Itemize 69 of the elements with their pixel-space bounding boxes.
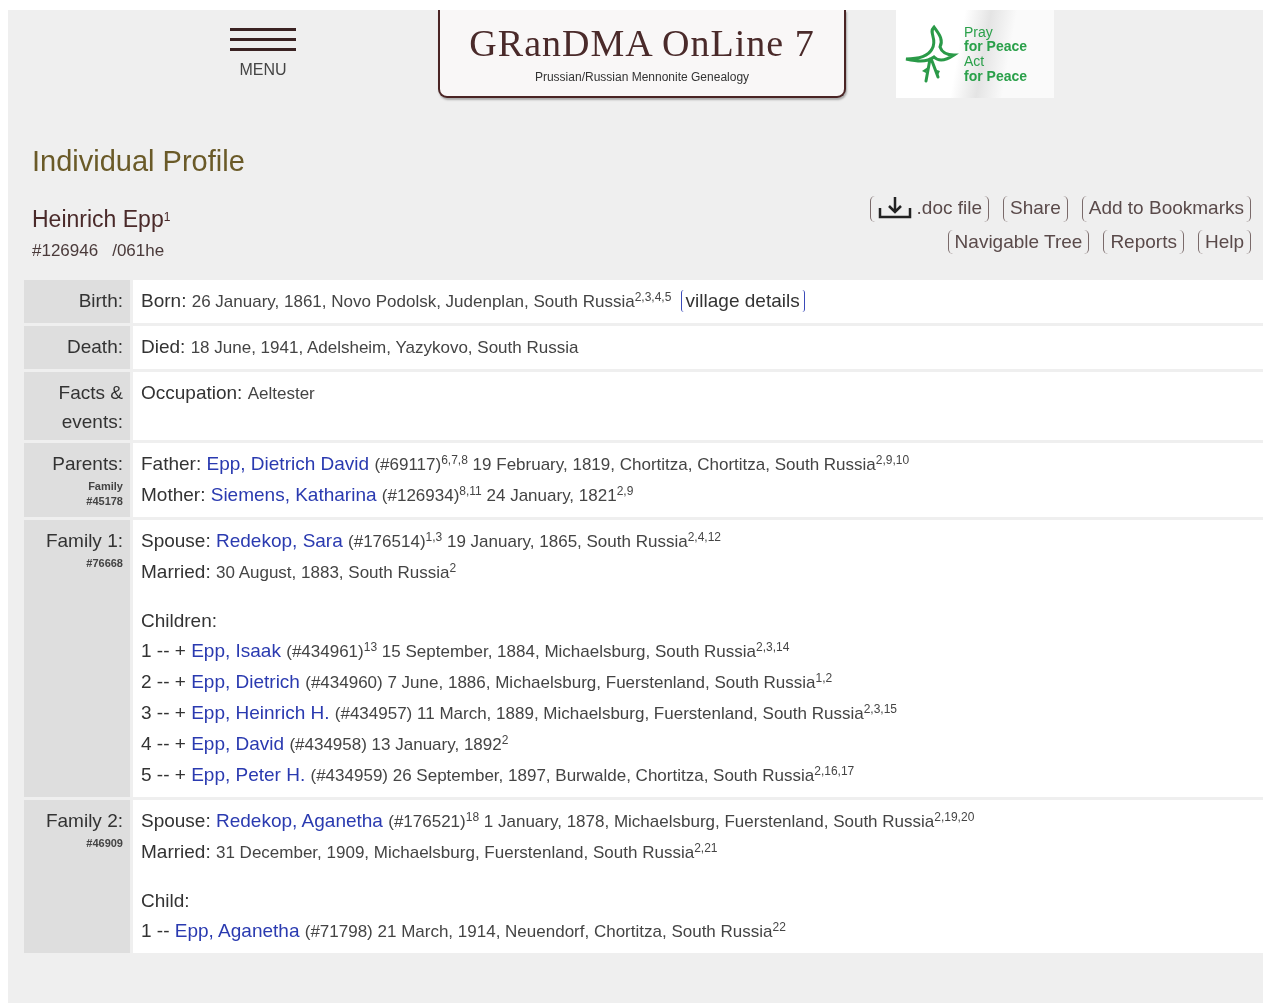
family-id: Family — [87, 478, 123, 494]
person-link[interactable]: Epp, Isaak — [191, 640, 281, 662]
person-link[interactable]: Siemens, Katharina — [210, 484, 377, 506]
action-button[interactable]: Reports — [1103, 229, 1184, 255]
person-link[interactable]: Redekop, Aganetha — [216, 810, 383, 832]
person-id: #126946 — [32, 240, 99, 262]
field-value: Aeltester — [247, 383, 315, 403]
field-value: 31 December, 1909, Michaelsburg, Fuerstenland, South Russia$^{2,21}$ — [215, 843, 718, 863]
field-value: (#176514)$^{1,3}$ 19 January, 1865, South Russia$^{2,4,12}$ — [348, 532, 722, 552]
field-value: (#69117)$^{6,7,8}$ 19 February, 1819, Chortitza, Chortitza, South Russia$^{2,9,10}$ — [374, 455, 910, 475]
field-label: Spouse: — [141, 530, 211, 552]
banner-text: for Peace — [964, 39, 1028, 54]
field-label: Born: — [141, 289, 187, 311]
person-code: /061he — [112, 240, 165, 262]
person-link[interactable]: Epp, Dietrich David — [206, 453, 370, 475]
field-label: 1 -- — [141, 920, 170, 942]
family-id: #45178 — [85, 493, 123, 509]
menu-button[interactable]: MENU — [230, 28, 296, 82]
row-label: Family 1: — [44, 529, 123, 554]
family-id: #46909 — [85, 835, 123, 851]
field-label: Spouse: — [141, 810, 211, 832]
children-heading: Children: — [141, 609, 219, 634]
field-value: (#176521)$^{18}$ 1 January, 1878, Michaelsburg, Fuerstenland, South Russia$^{2,19,20}$ — [388, 812, 975, 832]
banner-text: for Peace — [964, 68, 1028, 84]
children-heading: Child: — [141, 889, 191, 914]
action-button[interactable]: Navigable Tree — [947, 229, 1090, 255]
field-label: 2 -- + — [141, 671, 186, 693]
field-label: 3 -- + — [141, 702, 186, 724]
field-label: 5 -- + — [141, 764, 186, 786]
field-value: (#434959) 26 September, 1897, Burwalde, Chortitza, South Russia$^{2,16,17}$ — [310, 766, 855, 786]
field-label: Father: — [141, 453, 202, 475]
row-label: Death: — [66, 334, 123, 359]
action-button[interactable]: Share — [1003, 195, 1068, 222]
field-value: 26 January, 1861, Novo Podolsk, Judenplan, South Russia$^{2,3,4,5}$ — [191, 291, 672, 311]
field-value: (#434960) 7 June, 1886, Michaelsburg, Fuerstenland, South Russia$^{1,2}$ — [305, 673, 833, 693]
person-link[interactable]: Epp, David — [191, 733, 285, 755]
person-link[interactable]: Epp, Aganetha — [174, 920, 300, 942]
row-label: Parents: — [51, 452, 123, 477]
row-label: Family 2: — [44, 809, 123, 834]
person-link[interactable]: Epp, Heinrich H. — [191, 702, 330, 724]
family-id: #76668 — [85, 555, 123, 571]
banner-text: Act — [964, 54, 986, 69]
field-value: (#126934)$^{8,11}$ 24 January, 1821$^{2,9}$ — [381, 486, 634, 506]
field-value: 18 June, 1941, Adelsheim, Yazykovo, South Russia — [190, 337, 579, 357]
row-label: Facts & events: — [57, 380, 123, 434]
field-value: (#434958) 13 January, 1892$^{2}$ — [289, 735, 509, 755]
field-label: Married: — [141, 561, 211, 583]
field-label: Mother: — [141, 484, 206, 506]
field-label: Died: — [141, 335, 186, 357]
field-label: Occupation: — [141, 381, 243, 403]
action-button[interactable]: .doc file — [869, 195, 990, 222]
banner-text: Pray — [964, 24, 994, 40]
field-value: 30 August, 1883, South Russia$^{2}$ — [215, 563, 457, 583]
field-label: 4 -- + — [141, 733, 186, 755]
site-logo[interactable]: GRanDMA OnLine 7 Prussian/Russian Mennonite Genealogy — [438, 10, 846, 98]
action-button[interactable]: Add to Bookmarks — [1081, 195, 1251, 222]
person-name: Heinrich Epp$^{1}$ — [32, 204, 171, 234]
field-value: (#71798) 21 March, 1914, Neuendorf, Chortitza, South Russia$^{22}$ — [304, 922, 786, 942]
field-label: 1 -- + — [141, 640, 186, 662]
details-button[interactable]: village details — [680, 289, 805, 313]
row-label: Birth: — [77, 288, 123, 313]
field-label: Married: — [141, 841, 211, 863]
field-value: (#434957) 11 March, 1889, Michaelsburg, Fuerstenland, South Russia$^{2,3,15}$ — [334, 704, 898, 724]
field-value: (#434961)$^{13}$ 15 September, 1884, Michaelsburg, South Russia$^{2,3,14}$ — [286, 642, 790, 662]
page-title: Individual Profile — [32, 144, 246, 179]
action-button[interactable]: Help — [1197, 229, 1251, 255]
person-link[interactable]: Epp, Dietrich — [191, 671, 300, 693]
person-link[interactable]: Epp, Peter H. — [191, 764, 306, 786]
person-link[interactable]: Redekop, Sara — [216, 530, 343, 552]
